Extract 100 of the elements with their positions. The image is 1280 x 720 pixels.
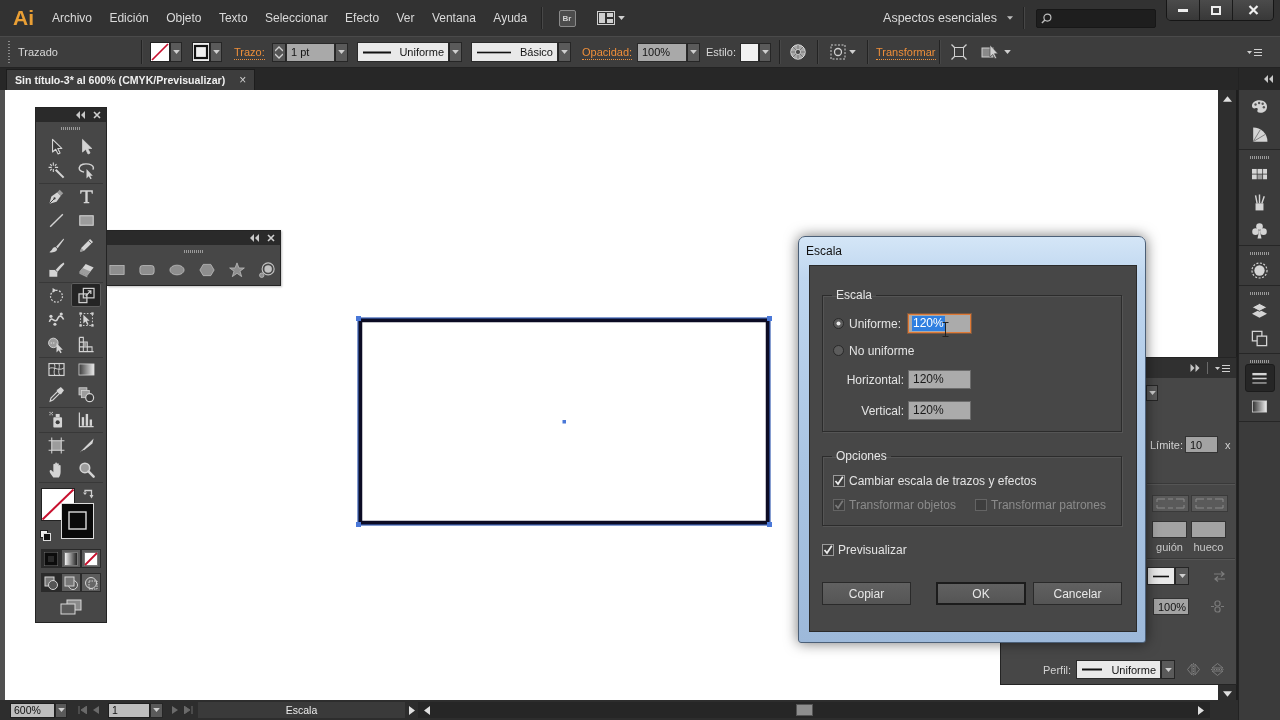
swap-arrows-icon[interactable] bbox=[83, 488, 94, 499]
menu-item[interactable]: Efecto bbox=[345, 9, 380, 27]
dropdown-button[interactable] bbox=[1161, 660, 1175, 679]
dropdown-button[interactable] bbox=[759, 42, 771, 62]
artboard-number-field[interactable]: 1 bbox=[108, 702, 150, 718]
style-swatch[interactable] bbox=[740, 42, 759, 62]
isolate-button[interactable] bbox=[981, 44, 1011, 60]
menu-item[interactable]: Ventana bbox=[431, 9, 476, 27]
menu-item[interactable]: Archivo bbox=[52, 9, 92, 27]
search-field[interactable] bbox=[1036, 8, 1156, 28]
dropdown-button[interactable] bbox=[687, 42, 700, 62]
workspace-switcher[interactable]: Aspectos esenciales bbox=[883, 11, 1013, 25]
align-icon bbox=[830, 44, 846, 60]
arrowhead-dropdown[interactable] bbox=[1147, 567, 1175, 585]
stepper-button[interactable] bbox=[272, 42, 286, 62]
arrange-documents-button[interactable] bbox=[596, 11, 625, 25]
zoom-field[interactable]: 600% bbox=[10, 702, 55, 718]
screen-mode-button[interactable] bbox=[60, 599, 82, 615]
draw-mode-button[interactable] bbox=[41, 573, 61, 592]
tool-button[interactable] bbox=[71, 283, 101, 307]
dialog-button[interactable]: OK bbox=[936, 582, 1026, 605]
panel-menu-icon[interactable] bbox=[1215, 363, 1230, 373]
panel-menu-button[interactable] bbox=[1247, 47, 1262, 57]
brush-dropdown[interactable]: Básico bbox=[471, 42, 558, 62]
radio-button[interactable] bbox=[833, 345, 844, 356]
scroll-right-icon[interactable] bbox=[1198, 705, 1204, 715]
previous-icon[interactable] bbox=[93, 706, 99, 714]
collapse-arrows-icon[interactable] bbox=[1263, 75, 1273, 83]
scale-value-field[interactable]: 120% bbox=[908, 370, 971, 389]
dash-length-field[interactable] bbox=[1152, 521, 1187, 538]
menu-item[interactable]: Seleccionar bbox=[265, 9, 328, 27]
menu-item[interactable]: Edición bbox=[109, 9, 149, 27]
dropdown-button[interactable] bbox=[55, 702, 67, 718]
checkbox-label: Previsualizar bbox=[838, 543, 907, 557]
document-tab[interactable]: Sin título-3* al 600% (CMYK/Previsualizar) × bbox=[6, 69, 256, 90]
dashed-corners-icon bbox=[1195, 498, 1224, 509]
dropdown-button[interactable] bbox=[210, 42, 222, 62]
field-label: Horizontal: bbox=[845, 372, 904, 387]
transform-link[interactable]: Transformar bbox=[876, 46, 936, 58]
dropdown-button[interactable] bbox=[170, 42, 182, 62]
dash-length-field[interactable] bbox=[1191, 521, 1226, 538]
dock-panel-button[interactable] bbox=[1244, 364, 1275, 392]
dropdown-button[interactable] bbox=[449, 42, 462, 62]
caret-down-icon bbox=[1148, 391, 1156, 395]
menu-item[interactable]: Ayuda bbox=[493, 9, 528, 27]
group-legend: Opciones bbox=[832, 449, 891, 463]
fill-mode-button[interactable] bbox=[81, 549, 101, 568]
close-icon[interactable] bbox=[93, 111, 101, 119]
default-colors-icon[interactable] bbox=[40, 530, 51, 541]
checkbox[interactable] bbox=[833, 475, 845, 487]
stroke-swatch[interactable] bbox=[192, 42, 210, 62]
status-menu-arrow-icon[interactable] bbox=[409, 705, 415, 715]
dropdown-button[interactable] bbox=[335, 42, 348, 62]
collapse-arrows-icon[interactable] bbox=[75, 111, 85, 119]
dropdown-button[interactable] bbox=[1175, 567, 1189, 585]
close-tab-button[interactable]: × bbox=[239, 74, 247, 86]
next-icon[interactable] bbox=[172, 706, 178, 714]
dash-style-button[interactable] bbox=[1152, 495, 1189, 512]
menu-item[interactable]: Texto bbox=[218, 9, 248, 27]
checkbox[interactable] bbox=[822, 544, 834, 556]
style-label: Estilo: bbox=[706, 46, 737, 58]
last-page-icon[interactable] bbox=[184, 706, 193, 714]
miter-limit-field[interactable]: 10 bbox=[1185, 436, 1218, 453]
draw-mode-button[interactable] bbox=[61, 573, 81, 592]
close-window-button[interactable] bbox=[1232, 0, 1273, 20]
maximize-button[interactable] bbox=[1199, 0, 1232, 20]
stroke-link[interactable]: Trazo: bbox=[234, 46, 268, 58]
caret-down-icon bbox=[338, 50, 345, 54]
stroke-weight-field[interactable]: 1 pt bbox=[286, 42, 335, 62]
dialog-button[interactable]: Cancelar bbox=[1033, 582, 1122, 605]
menu-item[interactable]: Objeto bbox=[166, 9, 202, 27]
no-fill-swatch[interactable] bbox=[150, 42, 170, 62]
collapse-arrows-icon[interactable] bbox=[249, 234, 259, 242]
fill-mode-button[interactable] bbox=[61, 549, 81, 568]
arrowhead-scale-field[interactable]: 100% bbox=[1153, 598, 1189, 615]
expand-arrows-icon[interactable] bbox=[1190, 364, 1200, 372]
opacity-field[interactable]: 100% bbox=[637, 42, 687, 62]
radio-button[interactable] bbox=[833, 318, 844, 329]
scroll-down-icon[interactable] bbox=[1222, 691, 1232, 697]
width-profile-dropdown[interactable]: Uniforme bbox=[357, 42, 449, 62]
profile-dropdown[interactable]: Uniforme bbox=[1076, 660, 1161, 679]
close-icon[interactable] bbox=[267, 234, 275, 242]
draw-mode-button[interactable] bbox=[81, 573, 101, 592]
align-button[interactable] bbox=[830, 44, 856, 60]
shape-tool-button[interactable] bbox=[258, 259, 276, 281]
minimize-button[interactable] bbox=[1167, 0, 1199, 20]
scroll-left-icon[interactable] bbox=[424, 705, 430, 715]
transform-button[interactable] bbox=[951, 44, 967, 60]
bridge-button[interactable]: Br bbox=[558, 9, 576, 27]
scale-value-field[interactable]: 120% bbox=[908, 401, 971, 420]
dropdown-button[interactable] bbox=[1146, 385, 1158, 401]
dropdown-button[interactable] bbox=[558, 42, 571, 62]
dialog-button[interactable]: Copiar bbox=[822, 582, 911, 605]
recolor-button[interactable] bbox=[790, 44, 806, 60]
first-page-icon[interactable] bbox=[78, 706, 87, 714]
dropdown-button[interactable] bbox=[150, 702, 163, 718]
opacity-link[interactable]: Opacidad: bbox=[582, 46, 636, 58]
menu-item[interactable]: Ver bbox=[396, 9, 415, 27]
scroll-up-icon[interactable] bbox=[1222, 96, 1232, 102]
scroll-thumb[interactable] bbox=[796, 704, 813, 716]
